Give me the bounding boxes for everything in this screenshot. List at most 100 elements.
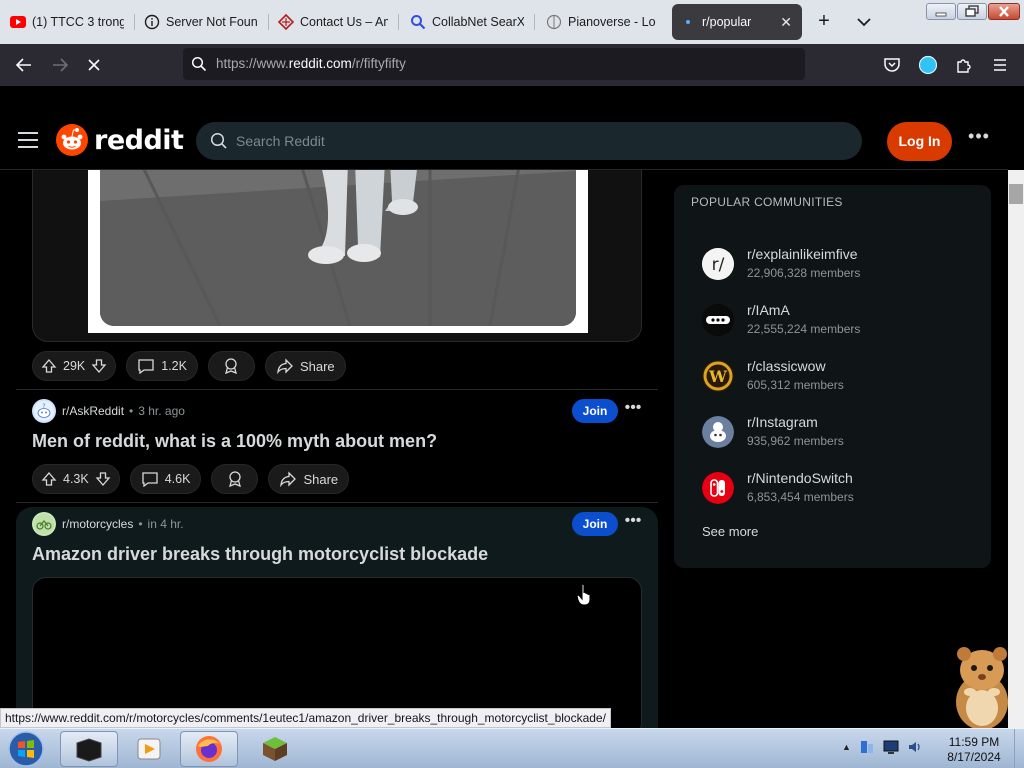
post-motorcycles[interactable]: r/motorcycles • in 4 hr. Join ••• Amazon… xyxy=(16,512,658,572)
community-explainlikeimfive[interactable]: r/ r/explainlikeimfive 22,906,328 member… xyxy=(702,245,982,285)
restore-button[interactable] xyxy=(957,3,987,20)
start-button[interactable] xyxy=(6,730,46,768)
community-classicwow[interactable]: W r/classicwow 605,312 members xyxy=(702,357,982,397)
community-iama[interactable]: r/IAmA 22,555,224 members xyxy=(702,301,982,341)
award-button[interactable] xyxy=(211,464,259,494)
post-video-player[interactable] xyxy=(32,577,642,728)
subreddit-avatar[interactable] xyxy=(32,512,56,536)
community-name: r/Instagram xyxy=(747,414,818,430)
chevron-down-icon[interactable] xyxy=(853,10,875,34)
network-adapter-icon[interactable] xyxy=(859,739,875,755)
post-divider xyxy=(16,502,658,503)
explainlikeimfive-icon: r/ xyxy=(702,248,734,280)
loading-dot-icon xyxy=(680,14,696,30)
search-icon xyxy=(210,132,228,155)
downvote-icon[interactable] xyxy=(95,471,111,487)
more-options-icon[interactable]: ••• xyxy=(966,127,992,150)
stop-icon xyxy=(88,59,100,71)
hamburger-menu-icon[interactable] xyxy=(18,132,38,148)
show-desktop-button[interactable] xyxy=(1014,729,1024,768)
tab-contact-us[interactable]: Contact Us – Am xyxy=(270,4,396,40)
puzzle-icon xyxy=(957,59,971,73)
comments-button[interactable]: 4.6K xyxy=(129,464,202,494)
share-button[interactable]: Share xyxy=(264,351,346,381)
popular-communities-panel: POPULAR COMMUNITIES r/ r/explainlikeimfi… xyxy=(674,185,991,568)
taskbar-clock[interactable]: 11:59 PM 8/17/2024 xyxy=(936,735,1012,765)
page-icon xyxy=(546,14,562,30)
login-button[interactable]: Log In xyxy=(887,122,952,161)
speaker-icon[interactable] xyxy=(907,739,923,755)
tab-r-popular[interactable]: r/popular ✕ xyxy=(672,4,802,40)
post-time: 3 hr. ago xyxy=(138,404,185,418)
post-title[interactable]: Amazon driver breaks through motorcyclis… xyxy=(32,544,488,565)
taskbar-app-media-player[interactable] xyxy=(120,731,178,767)
search-input[interactable] xyxy=(236,131,836,151)
award-button[interactable] xyxy=(207,351,255,381)
svg-text:r/: r/ xyxy=(712,255,725,275)
post-media-image[interactable] xyxy=(32,170,642,342)
tab-label: Pianoverse - Lob xyxy=(568,15,656,29)
upvote-count: 29K xyxy=(63,359,86,373)
show-hidden-icons-icon[interactable]: ▲ xyxy=(842,742,851,752)
post-options-icon[interactable]: ••• xyxy=(624,512,642,536)
close-tab-icon[interactable]: ✕ xyxy=(780,14,792,31)
minimize-button[interactable] xyxy=(926,3,956,20)
top-post-actions: 29K 1.2K Share xyxy=(32,351,346,381)
reddit-search-bar[interactable] xyxy=(196,122,862,160)
forward-button[interactable] xyxy=(46,52,74,78)
account-button[interactable] xyxy=(914,52,942,78)
comments-button[interactable]: 1.2K xyxy=(126,351,198,381)
clock-date: 8/17/2024 xyxy=(947,750,1001,764)
see-more-link[interactable]: See more xyxy=(702,524,758,539)
monitor-icon[interactable] xyxy=(883,739,899,755)
svg-text:?: ? xyxy=(42,403,45,410)
tab-server-not-found[interactable]: Server Not Found xyxy=(136,4,266,40)
downvote-icon[interactable] xyxy=(91,358,107,374)
motorcycles-icon xyxy=(34,514,54,534)
community-members: 605,312 members xyxy=(747,378,844,392)
subreddit-avatar[interactable]: ? xyxy=(32,399,56,423)
tab-youtube[interactable]: (1) TTCC 3 trong xyxy=(2,4,132,40)
tab-pianoverse[interactable]: Pianoverse - Lob xyxy=(538,4,664,40)
system-tray: ▲ xyxy=(842,739,923,755)
upvote-icon[interactable] xyxy=(41,358,57,374)
community-name: r/IAmA xyxy=(747,302,790,318)
post-options-icon[interactable]: ••• xyxy=(624,399,642,423)
comment-icon xyxy=(138,359,154,374)
tab-collabnet[interactable]: CollabNet SearX xyxy=(402,4,532,40)
pocket-button[interactable] xyxy=(878,52,906,78)
scrollbar-thumb[interactable] xyxy=(1009,184,1023,204)
search-icon xyxy=(191,56,207,77)
community-instagram[interactable]: r/Instagram 935,962 members xyxy=(702,413,982,453)
post-divider xyxy=(16,389,658,390)
youtube-icon xyxy=(10,14,26,30)
back-button[interactable] xyxy=(10,52,38,78)
menu-button[interactable] xyxy=(986,52,1014,78)
stop-loading-button[interactable] xyxy=(80,52,108,78)
post-title[interactable]: Men of reddit, what is a 100% myth about… xyxy=(32,431,437,452)
share-button[interactable]: Share xyxy=(268,464,350,494)
reddit-logo[interactable]: reddit xyxy=(56,124,184,156)
community-name: r/explainlikeimfive xyxy=(747,246,858,262)
meta-separator: • xyxy=(138,517,143,531)
award-icon xyxy=(228,471,241,488)
close-window-button[interactable] xyxy=(988,3,1020,20)
address-bar[interactable]: https://www.reddit.com/r/fiftyfifty xyxy=(183,48,805,80)
community-nintendoswitch[interactable]: r/NintendoSwitch 6,853,454 members xyxy=(702,469,982,509)
community-members: 6,853,454 members xyxy=(747,490,854,504)
community-members: 22,555,224 members xyxy=(747,322,861,336)
award-icon xyxy=(225,358,238,375)
subreddit-name[interactable]: r/motorcycles xyxy=(62,517,133,531)
taskbar-app-firefox[interactable] xyxy=(180,731,238,767)
taskbar-app-minecraft[interactable] xyxy=(246,731,304,767)
upvote-icon[interactable] xyxy=(41,471,57,487)
instagram-icon xyxy=(702,416,734,448)
extensions-button[interactable] xyxy=(950,52,978,78)
subreddit-name[interactable]: r/AskReddit xyxy=(62,404,124,418)
new-tab-icon[interactable]: + xyxy=(812,10,836,34)
join-button[interactable]: Join xyxy=(572,512,618,536)
join-button[interactable]: Join xyxy=(572,399,618,423)
taskbar-app-terminal[interactable] xyxy=(60,731,118,767)
grass-block-icon xyxy=(263,737,287,761)
browser-nav-bar: https://www.reddit.com/r/fiftyfifty xyxy=(0,44,1024,86)
